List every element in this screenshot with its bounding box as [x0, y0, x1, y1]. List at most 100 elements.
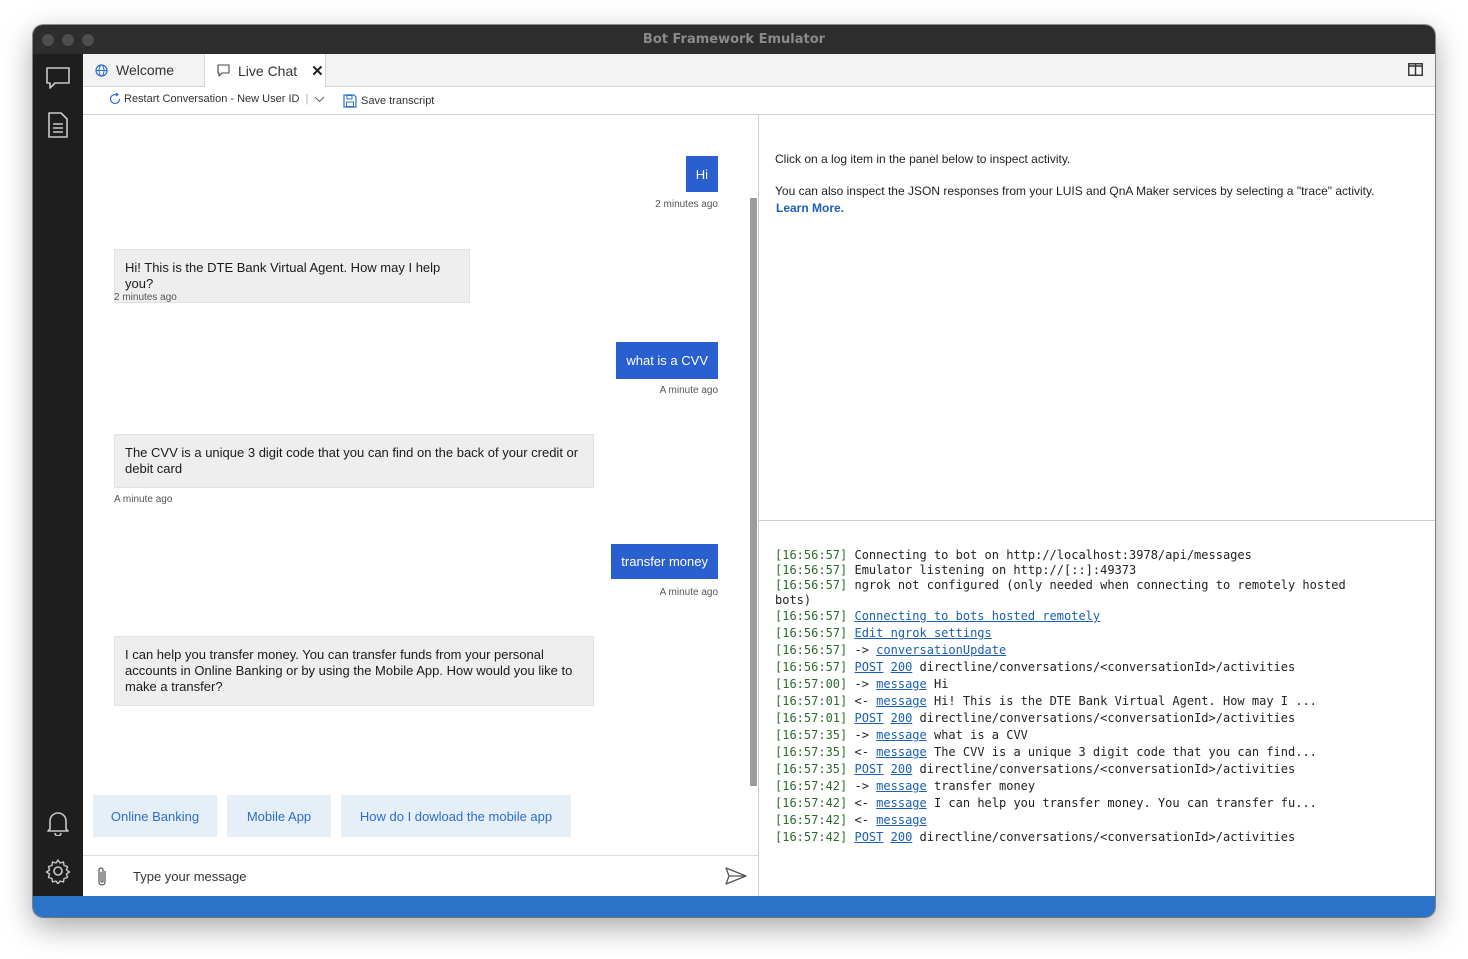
- suggestion-download-app[interactable]: How do I dowload the mobile app: [341, 795, 571, 837]
- chat-icon[interactable]: [44, 64, 72, 92]
- log-link[interactable]: Connecting to bots hosted remotely: [854, 609, 1100, 623]
- globe-icon: [95, 63, 108, 77]
- message-timestamp: 2 minutes ago: [114, 292, 177, 303]
- save-transcript-label: Save transcript: [361, 95, 435, 107]
- window-title: Bot Framework Emulator: [642, 32, 826, 47]
- tab-welcome-label: Welcome: [116, 62, 175, 78]
- user-message: transfer money: [611, 544, 718, 579]
- log-link[interactable]: POST: [854, 762, 883, 776]
- log-timestamp: [16:57:01]: [775, 694, 848, 708]
- message-composer: Type your message: [83, 855, 758, 897]
- log-timestamp: [16:57:00]: [775, 677, 848, 691]
- log-timestamp: [16:56:57]: [775, 578, 848, 592]
- log-link[interactable]: message: [876, 677, 927, 691]
- log-entry: [16:56:57] Edit ngrok settings: [775, 626, 999, 640]
- log-direction: <-: [854, 813, 869, 827]
- log-link[interactable]: conversationUpdate: [876, 643, 1006, 657]
- window-controls: [42, 34, 94, 46]
- split-view-icon[interactable]: [1408, 63, 1423, 81]
- maximize-window-button[interactable]: [82, 34, 94, 46]
- log-direction: <-: [854, 796, 869, 810]
- log-link[interactable]: message: [876, 796, 927, 810]
- log-link[interactable]: message: [876, 728, 927, 742]
- tab-welcome[interactable]: Welcome: [83, 54, 204, 86]
- message-timestamp: A minute ago: [659, 385, 718, 396]
- log-entry: [16:57:01] POST 200 directline/conversat…: [775, 711, 1295, 725]
- bell-icon[interactable]: [44, 809, 72, 837]
- gear-icon[interactable]: [44, 857, 72, 885]
- tab-bar: Welcome Live Chat ✕: [83, 54, 1435, 87]
- log-link[interactable]: Edit ngrok settings: [854, 626, 991, 640]
- bot-message: I can help you transfer money. You can t…: [114, 636, 594, 706]
- send-icon[interactable]: [725, 867, 747, 885]
- log-entry: [16:57:42] <- message I can help you tra…: [775, 796, 1317, 810]
- panel-divider[interactable]: [759, 520, 1435, 521]
- log-text: transfer money: [933, 779, 1036, 793]
- log-text: directline/conversations/<conversationId…: [919, 830, 1296, 844]
- log-timestamp: [16:56:57]: [775, 563, 848, 577]
- log-entry: [16:57:35] <- message The CVV is a uniqu…: [775, 745, 1317, 759]
- suggestion-mobile-app[interactable]: Mobile App: [227, 795, 331, 837]
- learn-more-link[interactable]: Learn More.: [776, 201, 844, 215]
- log-timestamp: [16:57:42]: [775, 796, 848, 810]
- suggestion-online-banking[interactable]: Online Banking: [93, 795, 217, 837]
- tab-live-chat[interactable]: Live Chat ✕: [204, 54, 326, 87]
- log-timestamp: [16:57:35]: [775, 762, 848, 776]
- log-entry: [16:56:57] -> conversationUpdate: [775, 643, 1013, 657]
- log-direction: ->: [854, 779, 869, 793]
- log-text: Emulator listening on http://[::]:49373: [854, 563, 1137, 577]
- log-entry: [16:56:57] POST 200 directline/conversat…: [775, 660, 1295, 674]
- message-timestamp: A minute ago: [659, 587, 718, 598]
- log-link[interactable]: POST: [854, 660, 883, 674]
- log-entry: [16:56:57] Connecting to bot on http://l…: [775, 548, 1252, 562]
- paperclip-icon[interactable]: [96, 866, 108, 888]
- log-entry: [16:56:57] ngrok not configured (only ne…: [775, 578, 1346, 592]
- log-status-link[interactable]: 200: [891, 762, 913, 776]
- log-direction: <-: [854, 694, 869, 708]
- log-entry: [16:57:42] <- message: [775, 813, 934, 827]
- log-text: directline/conversations/<conversationId…: [919, 711, 1296, 725]
- log-text: Hi: [933, 677, 949, 691]
- log-entry: [16:56:57] Emulator listening on http://…: [775, 563, 1136, 577]
- log-direction: <-: [854, 745, 869, 759]
- log-entry: [16:57:42] -> message transfer money: [775, 779, 1035, 793]
- log-status-link[interactable]: 200: [891, 830, 913, 844]
- log-status-link[interactable]: 200: [891, 711, 913, 725]
- log-timestamp: [16:56:57]: [775, 548, 848, 562]
- log-status-link[interactable]: 200: [891, 660, 913, 674]
- log-text: what is a CVV: [933, 728, 1028, 742]
- chat-scrollbar[interactable]: [750, 198, 757, 786]
- inspector-hint: Click on a log item in the panel below t…: [775, 152, 1071, 166]
- minimize-window-button[interactable]: [62, 34, 74, 46]
- restart-label: Restart Conversation - New User ID: [124, 93, 300, 105]
- log-text: directline/conversations/<conversationId…: [919, 660, 1296, 674]
- inspector-panel: Click on a log item in the panel below t…: [759, 115, 1435, 521]
- close-window-button[interactable]: [42, 34, 54, 46]
- close-tab-icon[interactable]: ✕: [311, 62, 324, 80]
- inspector-hint-trace: You can also inspect the JSON responses …: [775, 184, 1375, 198]
- restart-conversation-button[interactable]: Restart Conversation - New User ID |: [109, 93, 325, 105]
- log-entry: [16:57:01] <- message Hi! This is the DT…: [775, 694, 1317, 708]
- log-text: Connecting to bot on http://localhost:39…: [854, 548, 1252, 562]
- log-link[interactable]: message: [876, 813, 927, 827]
- log-timestamp: [16:57:42]: [775, 830, 848, 844]
- tab-live-chat-label: Live Chat: [238, 62, 298, 79]
- main-content: Welcome Live Chat ✕ Restart Conversation…: [83, 54, 1435, 896]
- log-timestamp: [16:57:35]: [775, 728, 848, 742]
- log-link[interactable]: message: [876, 779, 927, 793]
- log-link[interactable]: message: [876, 694, 927, 708]
- log-link[interactable]: POST: [854, 711, 883, 725]
- message-input[interactable]: Type your message: [133, 869, 246, 884]
- user-message: what is a CVV: [616, 342, 718, 379]
- log-link[interactable]: POST: [854, 830, 883, 844]
- log-timestamp: [16:57:42]: [775, 813, 848, 827]
- app-window: Bot Framework Emulator Welcome Live Chat…: [33, 25, 1435, 917]
- log-entry: [16:57:42] POST 200 directline/conversat…: [775, 830, 1295, 844]
- save-transcript-button[interactable]: Save transcript: [343, 94, 434, 108]
- chevron-down-icon[interactable]: [314, 96, 325, 103]
- log-text: bots): [775, 593, 812, 607]
- message-timestamp: 2 minutes ago: [655, 199, 718, 210]
- user-message: Hi: [685, 156, 718, 192]
- log-link[interactable]: message: [876, 745, 927, 759]
- document-icon[interactable]: [44, 111, 72, 139]
